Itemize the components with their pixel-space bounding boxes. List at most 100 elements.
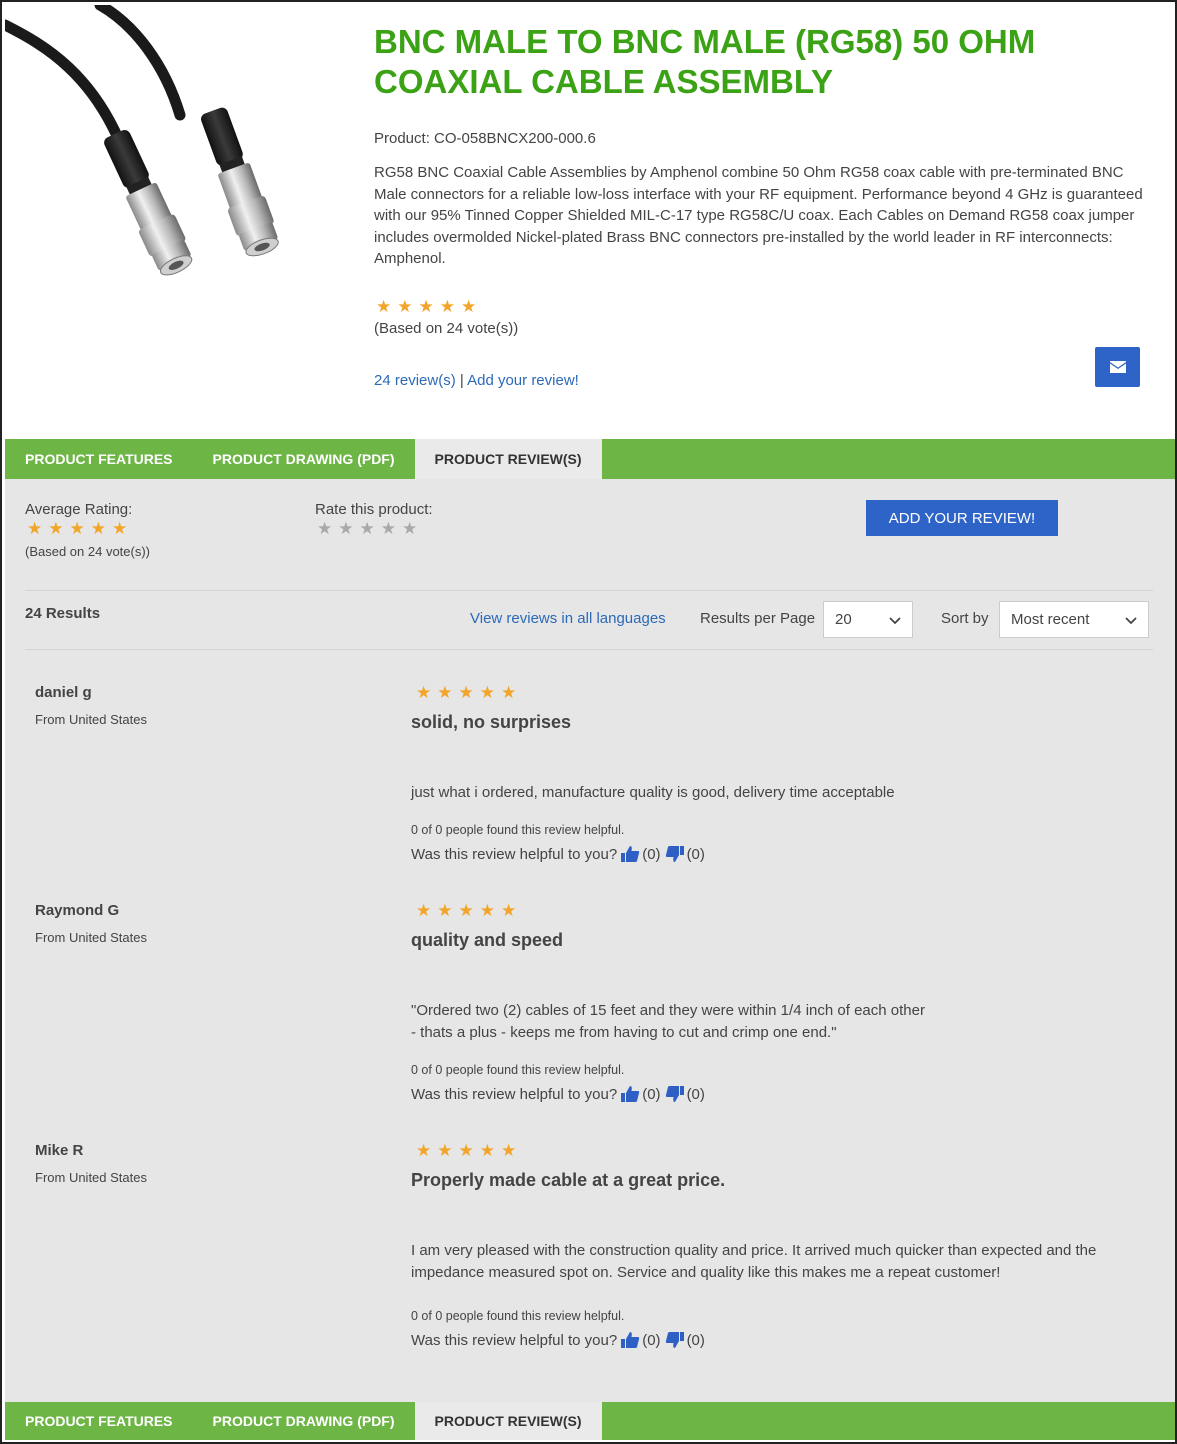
helpful-question: Was this review helpful to you? <box>411 1331 618 1349</box>
thumbs-down-icon[interactable] <box>665 1331 685 1349</box>
review-title: quality and speed <box>411 930 564 950</box>
star-icon: ★ <box>90 519 106 538</box>
average-rating-stars: ★ ★ ★ ★ ★ <box>27 520 127 538</box>
star-icon: ★ <box>376 297 392 316</box>
star-icon[interactable]: ★ <box>381 520 396 538</box>
link-separator: | <box>459 372 464 389</box>
rate-product-label: Rate this product: <box>315 501 433 518</box>
review-body-line: just what i ordered, manufacture quality… <box>411 784 895 801</box>
thumbs-up-icon[interactable] <box>620 1331 640 1349</box>
star-icon: ★ <box>501 901 517 920</box>
star-icon: ★ <box>416 683 432 702</box>
thumbs-down-count: (0) <box>686 845 705 863</box>
review-body: I am very pleased with the construction … <box>411 1240 1151 1284</box>
helpful-vote: Was this review helpful to you? (0) (0) <box>411 1085 705 1103</box>
thumbs-up-icon[interactable] <box>620 845 640 863</box>
thumbs-down-icon[interactable] <box>665 1085 685 1103</box>
product-tabs-bottom: PRODUCT FEATURES PRODUCT DRAWING (PDF) P… <box>5 1402 1175 1440</box>
average-votes: (Based on 24 vote(s)) <box>25 544 151 559</box>
results-per-page-label: Results per Page <box>700 610 816 627</box>
helpful-vote: Was this review helpful to you? (0) (0) <box>411 845 705 863</box>
tab-product-reviews[interactable]: PRODUCT REVIEW(S) <box>414 439 602 479</box>
star-icon: ★ <box>479 683 495 702</box>
star-icon[interactable]: ★ <box>360 520 375 538</box>
review-body: "Ordered two (2) cables of 15 feet and t… <box>411 1000 1151 1044</box>
chevron-down-icon <box>1125 617 1137 625</box>
review-body-line: I am very pleased with the construction … <box>411 1242 1097 1281</box>
thumbs-up-icon[interactable] <box>620 1085 640 1103</box>
add-review-button[interactable]: ADD YOUR REVIEW! <box>866 500 1058 536</box>
product-votes: (Based on 24 vote(s)) <box>374 320 519 337</box>
thumbs-up-count: (0) <box>642 1331 661 1349</box>
review-body-line: - thats a plus - keeps me from having to… <box>411 1024 837 1041</box>
envelope-icon <box>1109 361 1126 373</box>
reviewer-name: daniel g <box>35 684 92 701</box>
star-icon: ★ <box>458 1141 474 1160</box>
results-per-page-select[interactable]: 20 <box>823 601 913 638</box>
review-rating-stars: ★ ★ ★ ★ ★ <box>416 1142 516 1160</box>
review-links: 24 review(s) | Add your review! <box>374 372 579 389</box>
star-icon: ★ <box>437 1141 453 1160</box>
reviewer-location: From United States <box>35 930 147 945</box>
star-icon: ★ <box>479 1141 495 1160</box>
reviews-panel: Average Rating: ★ ★ ★ ★ ★ (Based on 24 v… <box>5 479 1175 1402</box>
chevron-down-icon <box>889 617 901 625</box>
star-icon: ★ <box>479 901 495 920</box>
reviewer-location: From United States <box>35 712 147 727</box>
helpful-count: 0 of 0 people found this review helpful. <box>411 1063 625 1077</box>
rate-product-stars: ★ ★ ★ ★ ★ <box>317 520 417 538</box>
results-count: 24 Results <box>25 605 101 622</box>
tab-product-drawing[interactable]: PRODUCT DRAWING (PDF) <box>193 1402 415 1440</box>
tab-product-reviews[interactable]: PRODUCT REVIEW(S) <box>414 1402 602 1440</box>
review-rating-stars: ★ ★ ★ ★ ★ <box>416 684 516 702</box>
helpful-count: 0 of 0 people found this review helpful. <box>411 823 625 837</box>
email-button[interactable] <box>1095 347 1140 387</box>
divider <box>25 590 1153 591</box>
tab-product-drawing[interactable]: PRODUCT DRAWING (PDF) <box>193 439 415 479</box>
thumbs-up-count: (0) <box>642 845 661 863</box>
tab-product-features[interactable]: PRODUCT FEATURES <box>5 1402 193 1440</box>
product-sku: Product: CO-058BNCX200-000.6 <box>374 130 596 147</box>
star-icon: ★ <box>461 297 477 316</box>
star-icon: ★ <box>418 297 434 316</box>
review-title: Properly made cable at a great price. <box>411 1170 726 1190</box>
thumbs-down-count: (0) <box>686 1331 705 1349</box>
star-icon: ★ <box>501 1141 517 1160</box>
star-icon[interactable]: ★ <box>317 520 332 538</box>
reviews-count-link[interactable]: 24 review(s) <box>374 372 456 389</box>
results-per-page-value: 20 <box>835 611 852 628</box>
star-icon[interactable]: ★ <box>338 520 353 538</box>
helpful-question: Was this review helpful to you? <box>411 1085 618 1103</box>
star-icon: ★ <box>69 519 85 538</box>
star-icon: ★ <box>458 683 474 702</box>
reviewer-name: Raymond G <box>35 902 120 919</box>
star-icon[interactable]: ★ <box>402 520 417 538</box>
product-rating-stars: ★ ★ ★ ★ ★ <box>376 298 476 316</box>
star-icon: ★ <box>48 519 64 538</box>
thumbs-down-count: (0) <box>686 1085 705 1103</box>
star-icon: ★ <box>416 901 432 920</box>
review-title: solid, no surprises <box>411 712 572 732</box>
tab-product-features[interactable]: PRODUCT FEATURES <box>5 439 193 479</box>
sort-by-value: Most recent <box>1011 611 1090 628</box>
reviewer-location: From United States <box>35 1170 147 1185</box>
all-languages-link[interactable]: View reviews in all languages <box>470 610 666 627</box>
product-tabs: PRODUCT FEATURES PRODUCT DRAWING (PDF) P… <box>5 439 1175 479</box>
reviewer-name: Mike R <box>35 1142 84 1159</box>
star-icon: ★ <box>27 519 43 538</box>
add-review-link[interactable]: Add your review! <box>467 372 579 389</box>
sort-by-label: Sort by <box>941 610 989 627</box>
star-icon: ★ <box>437 683 453 702</box>
sort-by-select[interactable]: Most recent <box>999 601 1149 638</box>
review-body: just what i ordered, manufacture quality… <box>411 782 1151 804</box>
product-description: RG58 BNC Coaxial Cable Assemblies by Amp… <box>374 164 1143 267</box>
helpful-vote: Was this review helpful to you? (0) (0) <box>411 1331 705 1349</box>
thumbs-down-icon[interactable] <box>665 845 685 863</box>
star-icon: ★ <box>397 297 413 316</box>
thumbs-up-count: (0) <box>642 1085 661 1103</box>
star-icon: ★ <box>458 901 474 920</box>
divider <box>25 649 1153 650</box>
product-title: BNC MALE TO BNC MALE (RG58) 50 OHM COAXI… <box>374 23 1036 100</box>
helpful-count: 0 of 0 people found this review helpful. <box>411 1309 625 1323</box>
star-icon: ★ <box>416 1141 432 1160</box>
